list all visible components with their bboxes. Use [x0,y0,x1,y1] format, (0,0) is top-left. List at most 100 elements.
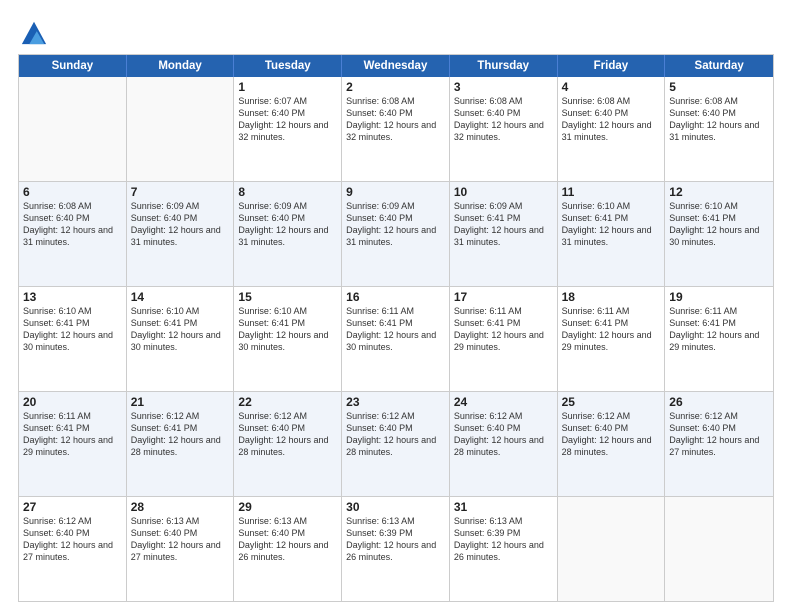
calendar-cell: 7 Sunrise: 6:09 AMSunset: 6:40 PMDaylight… [127,182,235,286]
cell-info: Sunrise: 6:12 AMSunset: 6:40 PMDaylight:… [562,411,652,457]
day-number: 10 [454,185,553,199]
day-number: 21 [131,395,230,409]
day-number: 17 [454,290,553,304]
cell-info: Sunrise: 6:13 AMSunset: 6:39 PMDaylight:… [454,516,544,562]
calendar-cell: 31 Sunrise: 6:13 AMSunset: 6:39 PMDayligh… [450,497,558,601]
cell-info: Sunrise: 6:11 AMSunset: 6:41 PMDaylight:… [562,306,652,352]
calendar-cell: 16 Sunrise: 6:11 AMSunset: 6:41 PMDayligh… [342,287,450,391]
cell-info: Sunrise: 6:08 AMSunset: 6:40 PMDaylight:… [669,96,759,142]
calendar-cell: 1 Sunrise: 6:07 AMSunset: 6:40 PMDaylight… [234,77,342,181]
calendar: SundayMondayTuesdayWednesdayThursdayFrid… [18,54,774,602]
calendar-cell: 26 Sunrise: 6:12 AMSunset: 6:40 PMDayligh… [665,392,773,496]
calendar-cell: 29 Sunrise: 6:13 AMSunset: 6:40 PMDayligh… [234,497,342,601]
weekday-header: Saturday [665,55,773,77]
weekday-header: Thursday [450,55,558,77]
day-number: 28 [131,500,230,514]
calendar-row: 1 Sunrise: 6:07 AMSunset: 6:40 PMDaylight… [19,77,773,181]
day-number: 11 [562,185,661,199]
day-number: 13 [23,290,122,304]
calendar-cell: 23Sunrise: 6:12 AMSunset: 6:40 PMDayligh… [342,392,450,496]
cell-info: Sunrise: 6:08 AMSunset: 6:40 PMDaylight:… [454,96,544,142]
day-number: 14 [131,290,230,304]
cell-info: Sunrise: 6:10 AMSunset: 6:41 PMDaylight:… [669,201,759,247]
day-number: 15 [238,290,337,304]
day-number: 7 [131,185,230,199]
cell-info: Sunrise: 6:12 AMSunset: 6:40 PMDaylight:… [669,411,759,457]
cell-info: Sunrise: 6:12 AMSunset: 6:40 PMDaylight:… [346,411,436,457]
calendar-cell: 17 Sunrise: 6:11 AMSunset: 6:41 PMDayligh… [450,287,558,391]
calendar-cell: 4 Sunrise: 6:08 AMSunset: 6:40 PMDaylight… [558,77,666,181]
calendar-cell: 15 Sunrise: 6:10 AMSunset: 6:41 PMDayligh… [234,287,342,391]
calendar-row: 27Sunrise: 6:12 AMSunset: 6:40 PMDayligh… [19,496,773,601]
calendar-cell [127,77,235,181]
calendar-cell: 12 Sunrise: 6:10 AMSunset: 6:41 PMDayligh… [665,182,773,286]
calendar-cell: 22Sunrise: 6:12 AMSunset: 6:40 PMDayligh… [234,392,342,496]
day-number: 29 [238,500,337,514]
calendar-cell: 28 Sunrise: 6:13 AMSunset: 6:40 PMDayligh… [127,497,235,601]
cell-info: Sunrise: 6:11 AMSunset: 6:41 PMDaylight:… [23,411,113,457]
cell-info: Sunrise: 6:12 AMSunset: 6:41 PMDaylight:… [131,411,221,457]
day-number: 16 [346,290,445,304]
calendar-cell: 5Sunrise: 6:08 AMSunset: 6:40 PMDaylight… [665,77,773,181]
calendar-cell: 25 Sunrise: 6:12 AMSunset: 6:40 PMDayligh… [558,392,666,496]
calendar-cell: 21 Sunrise: 6:12 AMSunset: 6:41 PMDayligh… [127,392,235,496]
calendar-cell: 19Sunrise: 6:11 AMSunset: 6:41 PMDayligh… [665,287,773,391]
calendar-row: 20 Sunrise: 6:11 AMSunset: 6:41 PMDayligh… [19,391,773,496]
cell-info: Sunrise: 6:09 AMSunset: 6:40 PMDaylight:… [238,201,328,247]
calendar-cell: 13Sunrise: 6:10 AMSunset: 6:41 PMDayligh… [19,287,127,391]
calendar-row: 6 Sunrise: 6:08 AMSunset: 6:40 PMDaylight… [19,181,773,286]
cell-info: Sunrise: 6:09 AMSunset: 6:40 PMDaylight:… [346,201,436,247]
calendar-cell [19,77,127,181]
cell-info: Sunrise: 6:10 AMSunset: 6:41 PMDaylight:… [562,201,652,247]
calendar-cell: 8 Sunrise: 6:09 AMSunset: 6:40 PMDaylight… [234,182,342,286]
day-number: 8 [238,185,337,199]
logo-icon [20,18,48,46]
calendar-header: SundayMondayTuesdayWednesdayThursdayFrid… [19,55,773,77]
day-number: 3 [454,80,553,94]
calendar-body: 1 Sunrise: 6:07 AMSunset: 6:40 PMDaylight… [19,77,773,601]
day-number: 4 [562,80,661,94]
day-number: 30 [346,500,445,514]
cell-info: Sunrise: 6:08 AMSunset: 6:40 PMDaylight:… [23,201,113,247]
weekday-header: Friday [558,55,666,77]
calendar-cell: 3 Sunrise: 6:08 AMSunset: 6:40 PMDaylight… [450,77,558,181]
day-number: 19 [669,290,769,304]
cell-info: Sunrise: 6:09 AMSunset: 6:40 PMDaylight:… [131,201,221,247]
calendar-row: 13 Sunrise: 6:10 AMSunset: 6:41 PMDayligh… [19,286,773,391]
cell-info: Sunrise: 6:13 AMSunset: 6:40 PMDaylight:… [131,516,221,562]
calendar-cell: 2Sunrise: 6:08 AMSunset: 6:40 PMDaylight… [342,77,450,181]
weekday-header: Monday [127,55,235,77]
day-number: 2 [346,80,445,94]
logo [18,18,48,46]
cell-info: Sunrise: 6:12 AMSunset: 6:40 PMDaylight:… [238,411,328,457]
calendar-cell: 24Sunrise: 6:12 AMSunset: 6:40 PMDayligh… [450,392,558,496]
day-number: 1 [238,80,337,94]
calendar-cell: 14 Sunrise: 6:10 AMSunset: 6:41 PMDayligh… [127,287,235,391]
calendar-cell: 11 Sunrise: 6:10 AMSunset: 6:41 PMDayligh… [558,182,666,286]
cell-info: Sunrise: 6:11 AMSunset: 6:41 PMDaylight:… [454,306,544,352]
calendar-cell: 20 Sunrise: 6:11 AMSunset: 6:41 PMDayligh… [19,392,127,496]
cell-info: Sunrise: 6:08 AMSunset: 6:40 PMDaylight:… [562,96,652,142]
cell-info: Sunrise: 6:10 AMSunset: 6:41 PMDaylight:… [238,306,328,352]
cell-info: Sunrise: 6:07 AMSunset: 6:40 PMDaylight:… [238,96,328,142]
cell-info: Sunrise: 6:13 AMSunset: 6:40 PMDaylight:… [238,516,328,562]
day-number: 27 [23,500,122,514]
header [18,18,774,46]
day-number: 12 [669,185,769,199]
calendar-cell: 18Sunrise: 6:11 AMSunset: 6:41 PMDayligh… [558,287,666,391]
calendar-cell: 6 Sunrise: 6:08 AMSunset: 6:40 PMDaylight… [19,182,127,286]
day-number: 20 [23,395,122,409]
cell-info: Sunrise: 6:09 AMSunset: 6:41 PMDaylight:… [454,201,544,247]
day-number: 25 [562,395,661,409]
weekday-header: Sunday [19,55,127,77]
calendar-cell [665,497,773,601]
weekday-header: Tuesday [234,55,342,77]
day-number: 24 [454,395,553,409]
cell-info: Sunrise: 6:10 AMSunset: 6:41 PMDaylight:… [131,306,221,352]
cell-info: Sunrise: 6:11 AMSunset: 6:41 PMDaylight:… [346,306,436,352]
calendar-cell: 30Sunrise: 6:13 AMSunset: 6:39 PMDayligh… [342,497,450,601]
day-number: 26 [669,395,769,409]
day-number: 31 [454,500,553,514]
day-number: 9 [346,185,445,199]
day-number: 6 [23,185,122,199]
